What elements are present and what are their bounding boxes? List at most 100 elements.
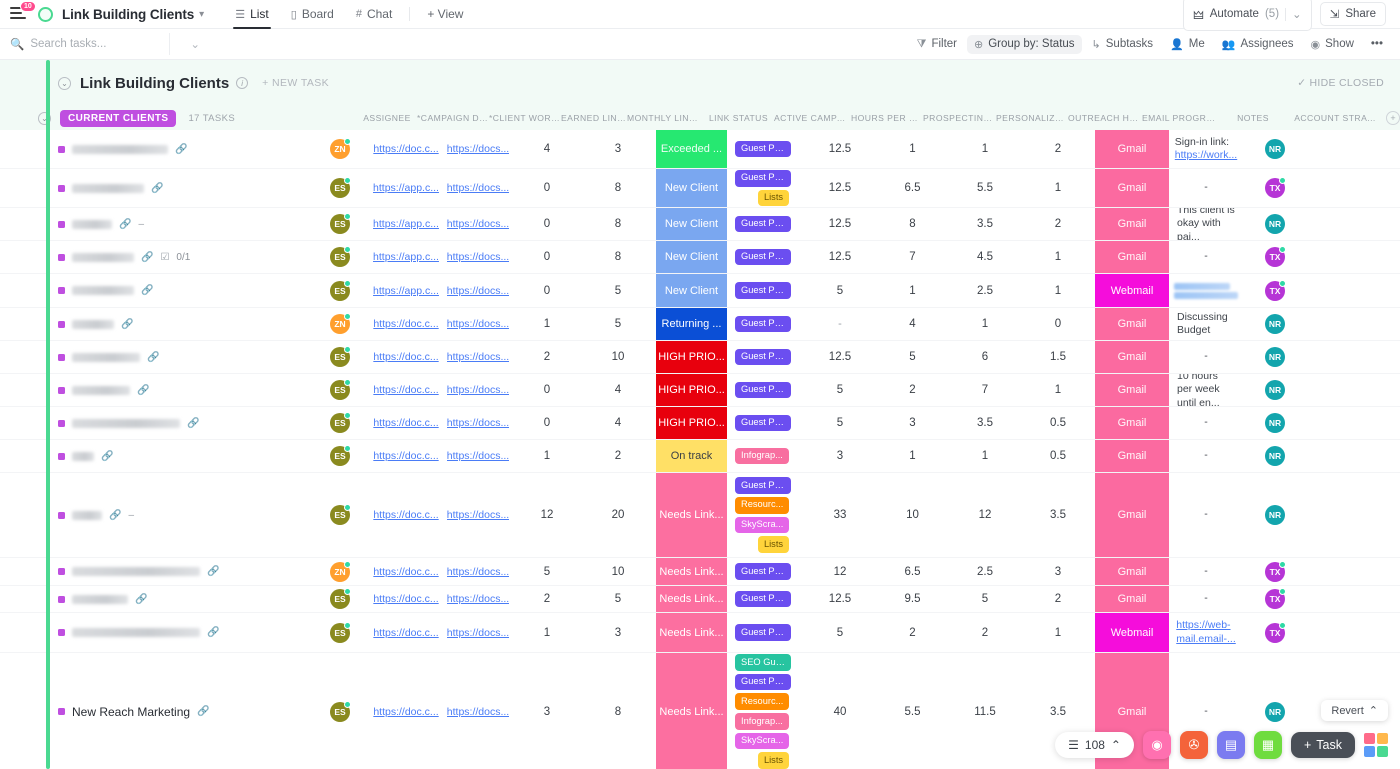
link-icon[interactable]: 🔗 xyxy=(151,183,163,194)
table-row[interactable]: 🔗EShttps://doc.c...https://docs...210HIG… xyxy=(0,341,1400,374)
cell-outreach-hours[interactable]: 1 xyxy=(1021,374,1095,406)
cell-assignee[interactable]: ES xyxy=(310,473,370,557)
cell-monthly-links[interactable]: 2 xyxy=(580,440,656,472)
cell-personalization-hours[interactable]: 11.5 xyxy=(949,653,1021,769)
cell-personalization-hours[interactable]: 12 xyxy=(949,473,1021,557)
client-workspace-link[interactable]: https://docs... xyxy=(447,218,509,230)
cell-account-strategist[interactable]: TX xyxy=(1243,586,1333,612)
cell-hours-per-week[interactable]: 5 xyxy=(804,374,876,406)
cell-earned-links[interactable]: 0 xyxy=(514,274,580,307)
dash-icon[interactable]: – xyxy=(128,510,134,521)
hide-closed-button[interactable]: ✓ HIDE CLOSED xyxy=(1297,77,1384,89)
campaign-link[interactable]: https://doc.c... xyxy=(373,143,438,155)
column-header-assignee[interactable]: ASSIGNEE xyxy=(357,113,417,123)
client-workspace-link[interactable]: https://docs... xyxy=(447,706,509,718)
cell-client-workspace-link[interactable]: https://docs... xyxy=(442,341,514,373)
cell-campaign-link[interactable]: https://app.c... xyxy=(370,241,442,273)
cell-personalization-hours[interactable]: 5.5 xyxy=(949,169,1021,207)
cell-outreach-hours[interactable]: 1 xyxy=(1021,169,1095,207)
cell-outreach-hours[interactable]: 2 xyxy=(1021,208,1095,240)
cell-account-strategist[interactable]: NR xyxy=(1243,130,1333,168)
cell-link-status[interactable]: Needs Link... xyxy=(656,613,727,652)
column-header-outreach[interactable]: OUTREACH HOU... xyxy=(1068,113,1142,123)
client-workspace-link[interactable]: https://docs... xyxy=(447,351,509,363)
cell-email-program[interactable]: Gmail xyxy=(1095,130,1169,168)
link-icon[interactable]: 🔗 xyxy=(175,144,187,155)
link-icon[interactable]: 🔗 xyxy=(147,352,159,363)
share-button[interactable]: ⇲ Share xyxy=(1320,2,1386,26)
link-icon[interactable]: 🔗 xyxy=(135,594,147,605)
avatar[interactable]: ES xyxy=(330,347,350,367)
cell-link-status[interactable]: Needs Link... xyxy=(656,473,727,557)
cell-assignee[interactable]: ES xyxy=(310,341,370,373)
cell-outreach-hours[interactable]: 3 xyxy=(1021,558,1095,585)
filter-button[interactable]: ⧩ Filter xyxy=(910,35,964,54)
cell-link-status[interactable]: Needs Link... xyxy=(656,586,727,612)
cell-active-campaigns[interactable]: Guest Po... xyxy=(727,558,804,585)
campaign-tag[interactable]: Lists xyxy=(758,190,789,207)
campaign-link[interactable]: https://doc.c... xyxy=(373,627,438,639)
avatar[interactable]: TX xyxy=(1265,247,1285,267)
campaign-link[interactable]: https://doc.c... xyxy=(373,566,438,578)
campaign-tag[interactable]: Guest Po... xyxy=(735,382,791,399)
cell-notes[interactable]: This client is okay with pai... xyxy=(1169,208,1243,240)
cell-link-status[interactable]: HIGH PRIO... xyxy=(656,407,727,439)
cell-prospecting-hours[interactable]: 5.5 xyxy=(876,653,949,769)
cell-campaign-link[interactable]: https://doc.c... xyxy=(370,473,442,557)
campaign-tag[interactable]: Infograp... xyxy=(735,448,789,465)
client-workspace-link[interactable]: https://docs... xyxy=(447,593,509,605)
cell-account-strategist[interactable]: NR xyxy=(1243,440,1333,472)
column-header-campaigns[interactable]: ACTIVE CAMPAI... xyxy=(774,113,851,123)
link-icon[interactable]: 🔗 xyxy=(121,319,133,330)
campaign-link[interactable]: https://doc.c... xyxy=(373,351,438,363)
subtasks-button[interactable]: ↳ Subtasks xyxy=(1085,35,1161,54)
cell-account-strategist[interactable]: NR xyxy=(1243,374,1333,406)
link-icon[interactable]: 🔗 xyxy=(197,706,209,717)
cell-notes[interactable]: - xyxy=(1169,558,1243,585)
client-workspace-link[interactable]: https://docs... xyxy=(447,318,509,330)
cell-prospecting-hours[interactable]: 6.5 xyxy=(876,169,949,207)
cell-email-program[interactable]: Gmail xyxy=(1095,440,1169,472)
cell-monthly-links[interactable]: 3 xyxy=(580,130,656,168)
link-icon[interactable]: 🔗 xyxy=(101,451,113,462)
campaign-tag[interactable]: Guest Po... xyxy=(735,477,791,494)
campaign-tag[interactable]: Guest Po... xyxy=(735,170,791,187)
campaign-tag[interactable]: Guest Po... xyxy=(735,674,791,691)
cell-hours-per-week[interactable]: 12.5 xyxy=(804,208,876,240)
cell-client-workspace-link[interactable]: https://docs... xyxy=(442,586,514,612)
table-row[interactable]: 🔗ZNhttps://doc.c...https://docs...43Exce… xyxy=(0,130,1400,169)
cell-earned-links[interactable]: 0 xyxy=(514,241,580,273)
cell-campaign-link[interactable]: https://doc.c... xyxy=(370,308,442,340)
avatar[interactable]: NR xyxy=(1265,314,1285,334)
notes-link[interactable]: https://web-mail.email-... xyxy=(1176,619,1236,644)
cell-email-program[interactable]: Gmail xyxy=(1095,473,1169,557)
campaign-link[interactable]: https://app.c... xyxy=(373,182,439,194)
avatar[interactable]: ES xyxy=(330,281,350,301)
apps-grid-button[interactable] xyxy=(1364,733,1388,757)
campaign-tag[interactable]: Infograp... xyxy=(735,713,789,730)
avatar[interactable]: ES xyxy=(330,214,350,234)
cell-notes[interactable]: 10 hours per week until en... xyxy=(1169,374,1243,406)
cell-account-strategist[interactable]: NR xyxy=(1243,473,1333,557)
cell-assignee[interactable]: ES xyxy=(310,440,370,472)
cell-outreach-hours[interactable]: 1.5 xyxy=(1021,341,1095,373)
cell-monthly-links[interactable]: 4 xyxy=(580,374,656,406)
cell-account-strategist[interactable]: NR xyxy=(1243,308,1333,340)
cell-client-workspace-link[interactable]: https://docs... xyxy=(442,374,514,406)
cell-monthly-links[interactable]: 5 xyxy=(580,308,656,340)
avatar[interactable]: TX xyxy=(1265,562,1285,582)
cell-hours-per-week[interactable]: 40 xyxy=(804,653,876,769)
clipboard-button[interactable]: ▤ xyxy=(1217,731,1245,759)
cell-campaign-link[interactable]: https://doc.c... xyxy=(370,374,442,406)
cell-outreach-hours[interactable]: 2 xyxy=(1021,586,1095,612)
record-button[interactable]: ◉ xyxy=(1143,731,1171,759)
cell-personalization-hours[interactable]: 1 xyxy=(949,130,1021,168)
cell-outreach-hours[interactable]: 1 xyxy=(1021,241,1095,273)
link-icon[interactable]: 🔗 xyxy=(187,418,199,429)
cell-campaign-link[interactable]: https://doc.c... xyxy=(370,586,442,612)
campaign-tag[interactable]: Guest Po... xyxy=(735,415,791,432)
cell-active-campaigns[interactable]: Guest Po... xyxy=(727,407,804,439)
cell-notes[interactable]: - xyxy=(1169,407,1243,439)
table-row[interactable]: 🔗–EShttps://app.c...https://docs...08New… xyxy=(0,208,1400,241)
group-status-pill[interactable]: CURRENT CLIENTS xyxy=(60,110,176,127)
